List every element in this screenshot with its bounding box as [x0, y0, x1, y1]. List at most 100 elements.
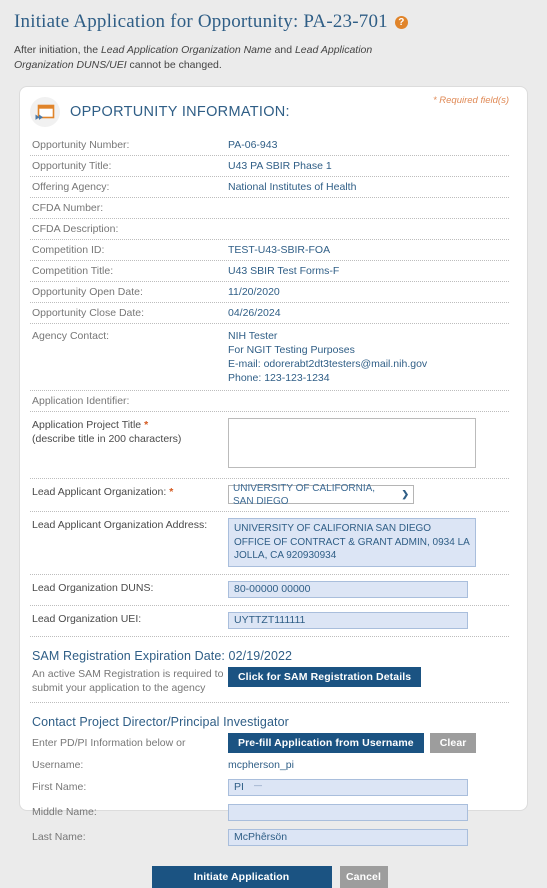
lead-organization-uei-wrap: UYTTZT111111 [228, 611, 509, 629]
chevron-down-icon: ❯ [401, 489, 409, 499]
agency-contact-row: Agency Contact: NIH Tester For NGIT Test… [30, 324, 509, 391]
lead-organization-uei-label: Lead Organization UEI: [32, 612, 142, 625]
table-row: Offering Agency: National Institutes of … [30, 177, 509, 198]
lead-organization-duns-value: 80-00000 00000 [228, 580, 468, 598]
sam-registration-row: An active SAM Registration is required t… [30, 666, 509, 703]
row-value: TEST-U43-SBIR-FOA [228, 244, 331, 256]
form-window-icon [30, 97, 60, 127]
lead-applicant-organization-address-row: Lead Applicant Organization Address: UNI… [30, 512, 509, 575]
form-action-buttons: Initiate Application Cancel [30, 865, 509, 888]
prefill-from-username-button[interactable]: Pre-fill Application from Username [228, 732, 424, 753]
application-project-title-field-wrap [228, 418, 509, 471]
lead-organization-uei-row: Lead Organization UEI: UYTTZT111111 [30, 606, 509, 637]
table-row: Opportunity Close Date: 04/26/2024 [30, 303, 509, 324]
label-line-1: Application Project Title [32, 419, 142, 431]
row-label: Application Identifier: [32, 395, 130, 407]
lead-organization-duns-wrap: 80-00000 00000 [228, 580, 509, 598]
page-header: Initiate Application for Opportunity: PA… [0, 0, 547, 73]
last-name-row: Last Name: [30, 825, 509, 850]
card-title: OPPORTUNITY INFORMATION: [70, 104, 290, 120]
middle-name-label: Middle Name: [32, 806, 97, 818]
clear-button[interactable]: Clear [429, 732, 477, 753]
page-note-emphasis-1: Lead Application Organization Name [100, 44, 272, 56]
help-question-icon[interactable]: ? [394, 15, 408, 29]
table-row: CFDA Description: [30, 219, 509, 240]
middle-name-row: Middle Name: [30, 800, 509, 825]
page-note-middle: and [271, 44, 295, 56]
contact-pdpi-heading: Contact Project Director/Principal Inves… [32, 714, 289, 729]
table-row: Competition Title: U43 SBIR Test Forms-F [30, 261, 509, 282]
label-line-2: (describe title in 200 characters) [32, 433, 182, 445]
lead-applicant-organization-address-wrap: UNIVERSITY OF CALIFORNIA SAN DIEGO OFFIC… [228, 518, 509, 567]
row-label: Competition ID: [32, 244, 105, 256]
middle-name-field-wrap [228, 803, 468, 821]
first-name-row: First Name: ― [30, 775, 509, 800]
first-name-label: First Name: [32, 781, 87, 793]
sam-button-wrap: Click for SAM Registration Details [228, 666, 422, 687]
row-value: 11/20/2020 [228, 286, 280, 298]
sam-registration-details-button[interactable]: Click for SAM Registration Details [228, 666, 422, 687]
card-body: Opportunity Number: PA-06-943 Opportunit… [20, 133, 527, 888]
middle-name-input[interactable] [228, 803, 468, 821]
page-note-prefix: After initiation, the [14, 44, 101, 56]
row-label: Opportunity Title: [32, 160, 112, 172]
agency-contact-email: E-mail: odorerabt2dt3testers@mail.nih.go… [228, 358, 428, 370]
row-label: Opportunity Close Date: [32, 307, 145, 319]
cancel-button[interactable]: Cancel [339, 865, 388, 888]
application-project-title-input[interactable] [228, 418, 476, 468]
pdpi-prefill-row: Enter PD/PI Information below or Pre-fil… [30, 732, 509, 755]
address-line-1: UNIVERSITY OF CALIFORNIA SAN DIEGO [234, 523, 432, 534]
username-label: Username: [32, 758, 84, 771]
lead-organization-duns-row: Lead Organization DUNS: 80-00000 00000 [30, 575, 509, 606]
sam-note-line-2: submit your application to the agency [32, 681, 206, 694]
lead-applicant-organization-address-label: Lead Applicant Organization Address: [32, 519, 208, 531]
required-star: * [144, 419, 149, 431]
row-label: CFDA Description: [32, 223, 119, 235]
lead-applicant-organization-select[interactable]: UNIVERSITY OF CALIFORNIA, SAN DIEGO ❯ [228, 483, 414, 507]
row-label: Opportunity Number: [32, 139, 130, 151]
lead-applicant-organization-row: Lead Applicant Organization: * UNIVERSIT… [30, 479, 509, 512]
initiate-application-button[interactable]: Initiate Application [151, 865, 332, 888]
row-label: Offering Agency: [32, 181, 110, 193]
first-name-input[interactable] [228, 778, 468, 796]
lead-applicant-organization-field-wrap: UNIVERSITY OF CALIFORNIA, SAN DIEGO ❯ [228, 483, 509, 507]
page-title: Initiate Application for Opportunity: PA… [14, 10, 533, 34]
selected-option-label: UNIVERSITY OF CALIFORNIA, SAN DIEGO [233, 482, 376, 507]
lead-applicant-organization-label: Lead Applicant Organization: * [30, 485, 228, 499]
row-value: U43 SBIR Test Forms-F [228, 265, 340, 277]
table-row: Competition ID: TEST-U43-SBIR-FOA [30, 240, 509, 261]
agency-contact-name: NIH Tester [228, 330, 278, 342]
last-name-input[interactable] [228, 828, 468, 846]
row-value: 04/26/2024 [228, 307, 281, 319]
lead-organization-uei-value: UYTTZT111111 [228, 611, 468, 629]
page-note: After initiation, the Lead Application O… [14, 43, 434, 73]
sam-note-line-1: An active SAM Registration is required t… [32, 667, 224, 680]
sam-registration-heading: SAM Registration Expiration Date: 02/19/… [32, 648, 293, 663]
lead-applicant-organization-address-value: UNIVERSITY OF CALIFORNIA SAN DIEGO OFFIC… [228, 518, 476, 567]
lead-organization-duns-label: Lead Organization DUNS: [32, 581, 154, 594]
application-project-title-label: Application Project Title * (describe ti… [30, 418, 228, 446]
row-label: Competition Title: [32, 265, 114, 277]
row-value: National Institutes of Health [228, 181, 357, 193]
row-value: PA-06-943 [228, 139, 278, 151]
username-value: mcpherson_pi [228, 758, 294, 771]
page-title-text: Initiate Application for Opportunity: PA… [14, 11, 388, 32]
required-star: * [169, 486, 174, 498]
page-note-suffix: cannot be changed. [126, 59, 222, 71]
last-name-label: Last Name: [32, 831, 86, 843]
card-header: OPPORTUNITY INFORMATION: * Required fiel… [20, 87, 527, 133]
table-row: Opportunity Number: PA-06-943 [30, 135, 509, 156]
row-value: U43 PA SBIR Phase 1 [228, 160, 332, 172]
application-identifier-row: Application Identifier: [30, 391, 509, 412]
row-value: NIH Tester For NGIT Testing Purposes E-m… [228, 329, 509, 385]
table-row: Opportunity Title: U43 PA SBIR Phase 1 [30, 156, 509, 177]
required-fields-note: * Required field(s) [432, 95, 509, 106]
first-name-field-wrap: ― [228, 778, 468, 796]
address-line-2: OFFICE OF CONTRACT & GRANT ADMIN, 0934 [234, 536, 455, 548]
agency-contact-phone: Phone: 123-123-1234 [228, 372, 330, 384]
row-label: Agency Contact: [32, 330, 110, 342]
sam-registration-note: An active SAM Registration is required t… [30, 667, 228, 695]
username-row: Username: mcpherson_pi [30, 755, 509, 775]
agency-contact-purpose: For NGIT Testing Purposes [228, 344, 355, 356]
pdpi-button-group: Pre-fill Application from Username Clear [228, 732, 477, 753]
